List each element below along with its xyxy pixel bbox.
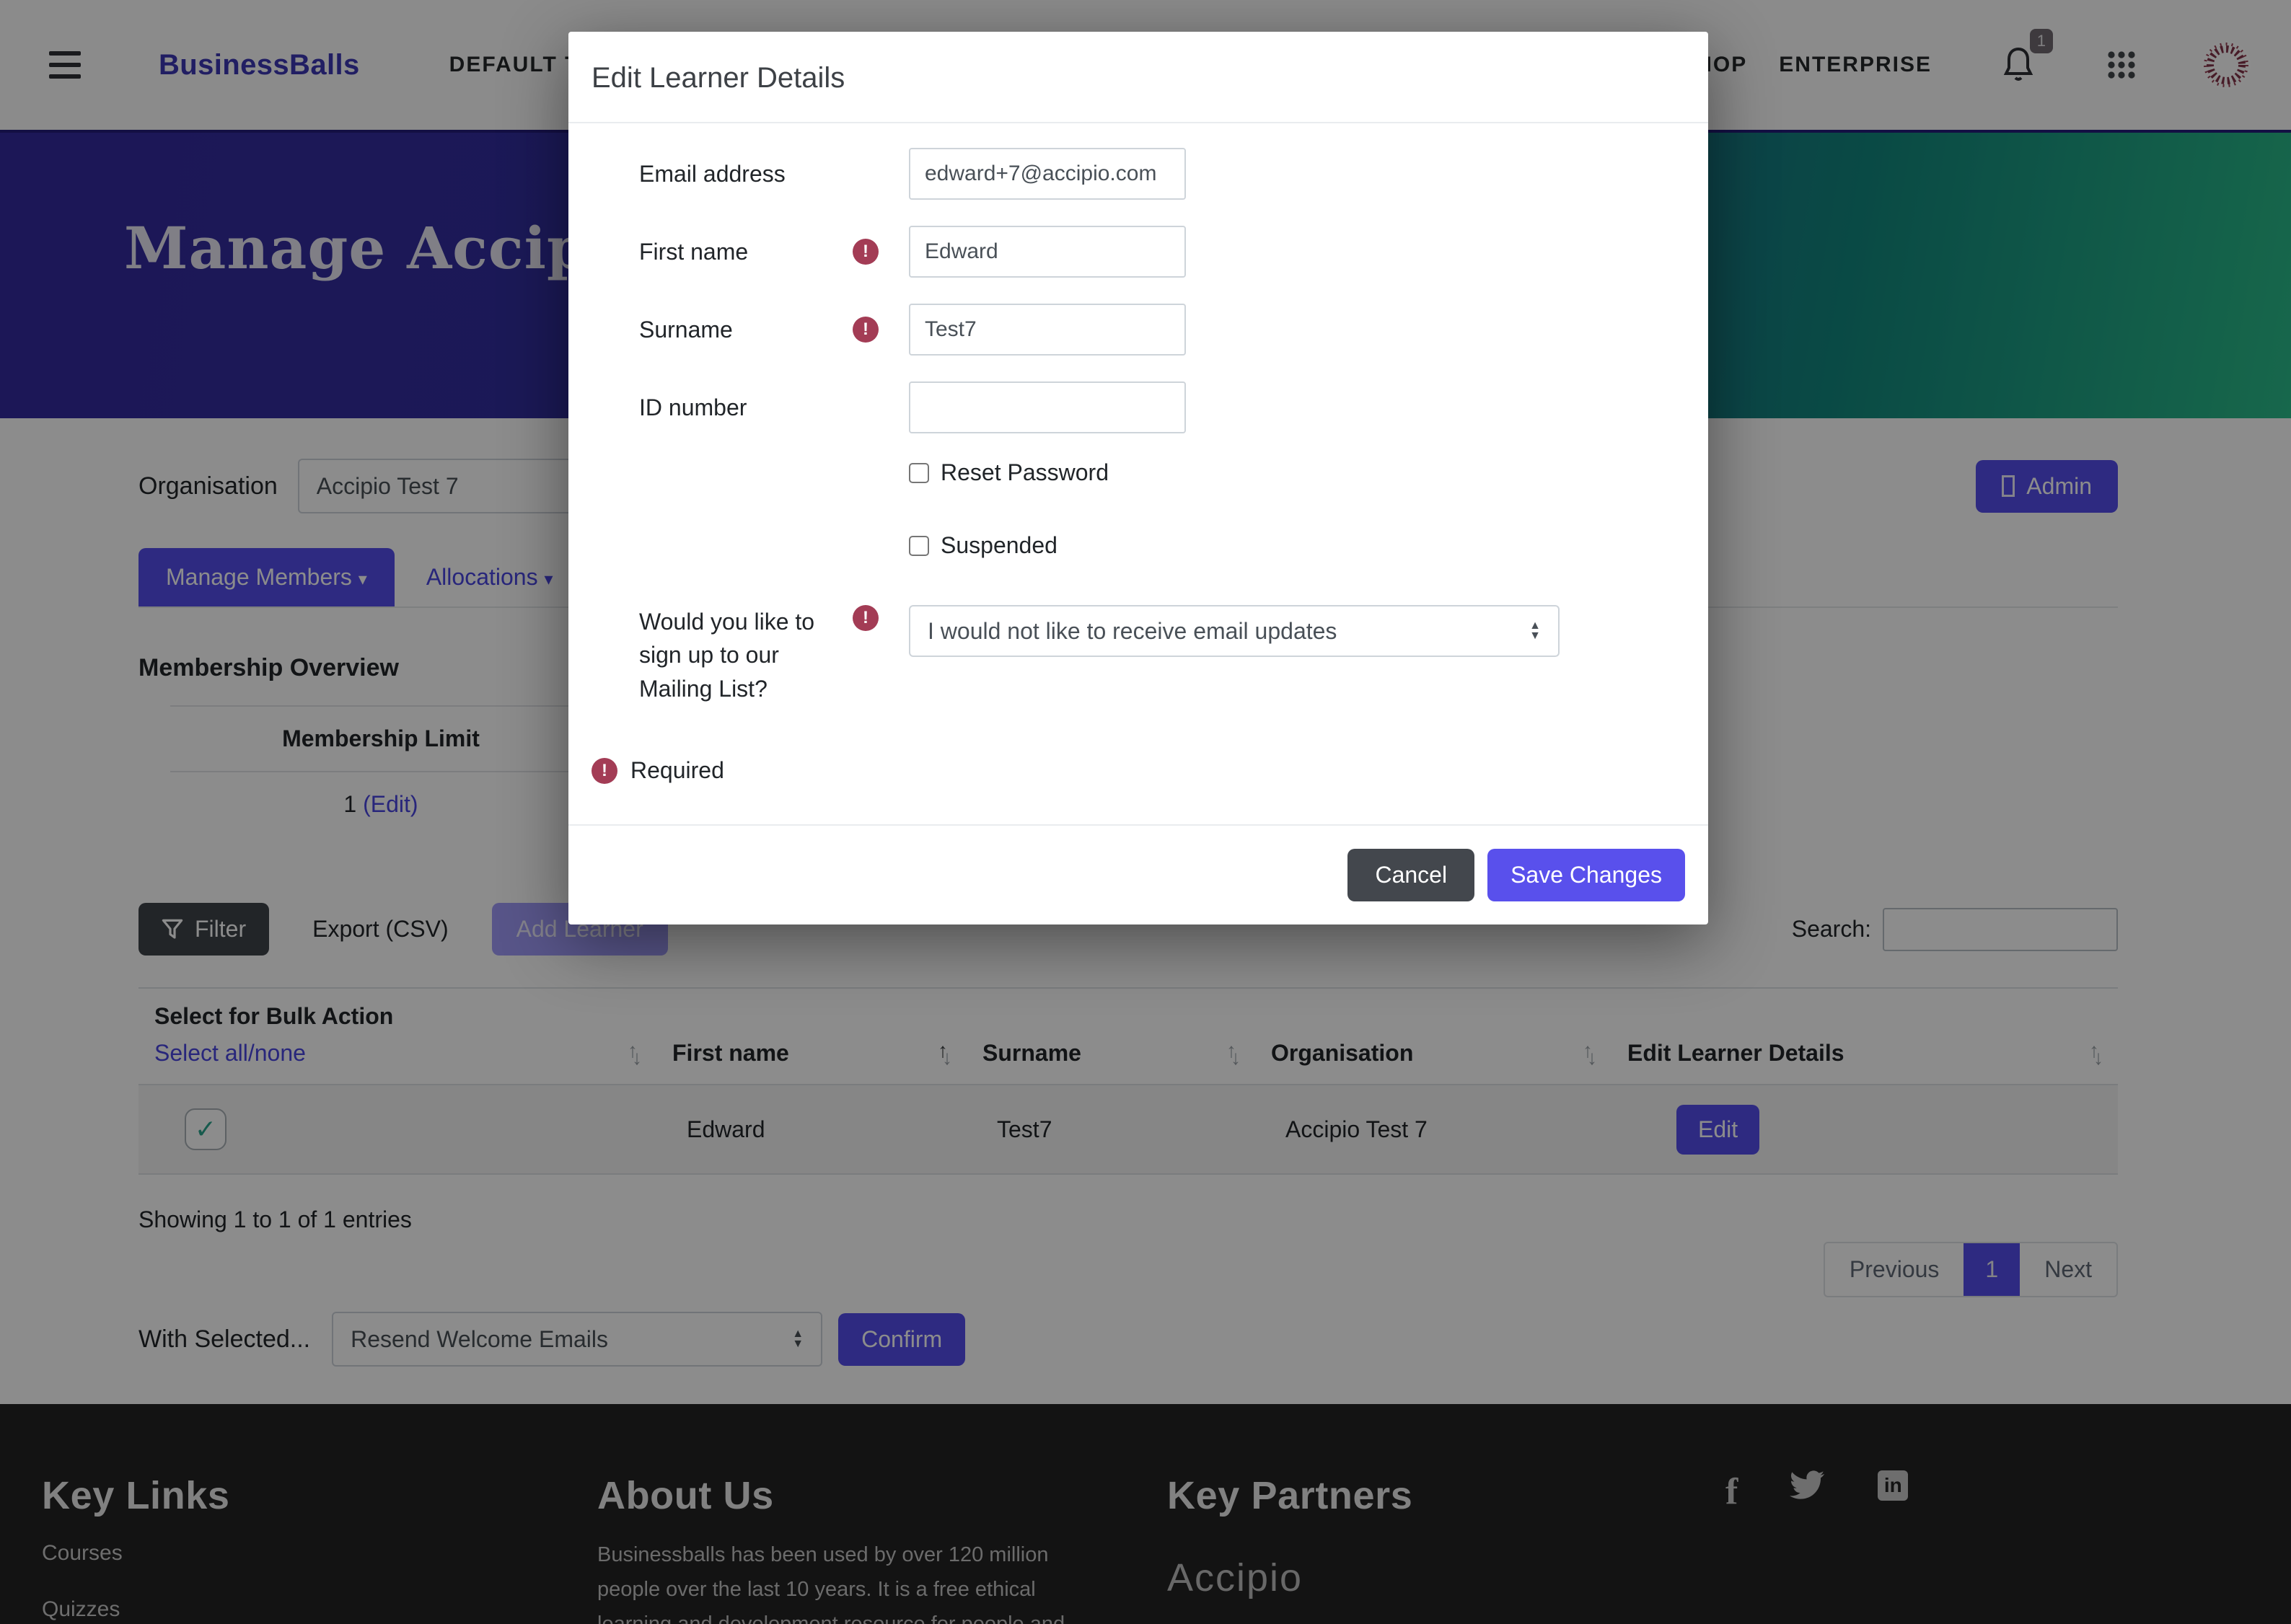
required-exclamation-icon: ! [592,758,617,784]
mailing-list-select[interactable]: I would not like to receive email update… [909,605,1560,657]
modal-body: Email address First name ! Surname ! ID … [568,123,1708,824]
reset-password-row: Reset Password [909,459,1685,486]
suspended-checkbox[interactable] [909,536,929,556]
reset-password-label: Reset Password [941,459,1109,486]
required-exclamation-icon: ! [853,317,879,343]
surname-label: Surname [639,313,853,346]
cancel-button[interactable]: Cancel [1347,849,1474,901]
email-input[interactable] [909,148,1186,200]
mailing-list-label: Would you like to sign up to our Mailing… [639,605,853,705]
required-note: ! Required [592,757,1685,784]
save-changes-button[interactable]: Save Changes [1487,849,1685,901]
first-name-input[interactable] [909,226,1186,278]
edit-learner-modal: Edit Learner Details Email address First… [568,32,1708,924]
id-number-input[interactable] [909,381,1186,433]
select-arrows-icon: ▲▼ [1529,621,1541,641]
suspended-row: Suspended [909,532,1685,559]
email-label: Email address [639,157,853,190]
required-exclamation-icon: ! [853,605,879,631]
first-name-row: First name ! [592,226,1685,278]
surname-input[interactable] [909,304,1186,356]
suspended-label: Suspended [941,532,1057,559]
email-row: Email address [592,148,1685,200]
reset-password-checkbox[interactable] [909,463,929,483]
first-name-label: First name [639,235,853,268]
page: BusinessBalls DEFAULT TENANT SHOP ENTERP… [0,0,2291,1624]
required-note-text: Required [630,757,724,784]
modal-title: Edit Learner Details [592,62,1685,94]
id-number-row: ID number [592,381,1685,433]
surname-row: Surname ! [592,304,1685,356]
modal-header: Edit Learner Details [568,32,1708,123]
modal-footer: Cancel Save Changes [568,824,1708,924]
required-exclamation-icon: ! [853,239,879,265]
id-number-label: ID number [639,391,853,424]
mailing-list-row: Would you like to sign up to our Mailing… [592,605,1685,705]
